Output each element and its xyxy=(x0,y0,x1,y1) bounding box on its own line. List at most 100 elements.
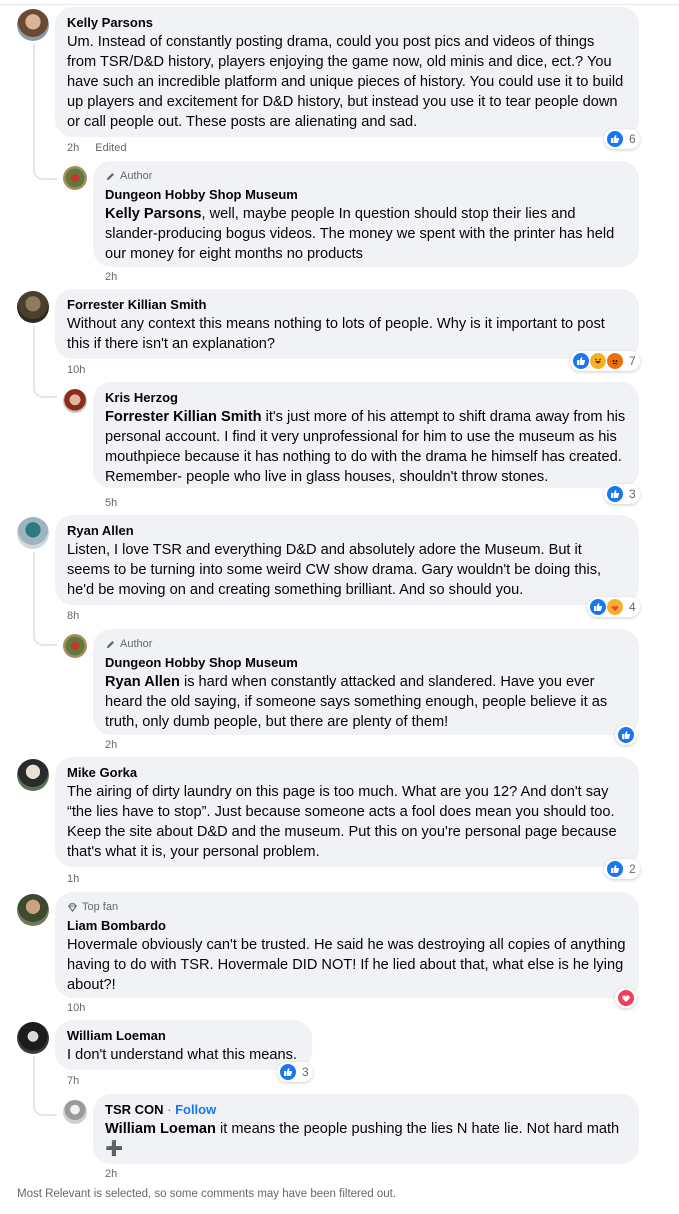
comment-bubble: Author Dungeon Hobby Shop Museum Kelly P… xyxy=(93,161,639,267)
author-badge: Author xyxy=(105,169,627,183)
comment-meta: 8h xyxy=(67,610,79,622)
comment-author[interactable]: Dungeon Hobby Shop Museum xyxy=(105,655,627,671)
comment-author-row: TSR CON · Follow xyxy=(105,1102,627,1118)
comment-bubble: Mike Gorka The airing of dirty laundry o… xyxy=(55,757,639,867)
comment-time[interactable]: 10h xyxy=(67,364,85,376)
reaction-summary[interactable]: 6 xyxy=(604,129,640,149)
comment-bubble: Forrester Killian Smith Without any cont… xyxy=(55,289,639,359)
comment-time[interactable]: 10h xyxy=(67,1002,85,1014)
comment-meta: 2h xyxy=(105,1168,117,1180)
avatar[interactable] xyxy=(63,389,87,413)
comment-author[interactable]: Mike Gorka xyxy=(67,765,627,781)
comment-meta: 2h xyxy=(105,739,117,751)
like-icon xyxy=(606,130,624,148)
comment-meta: 2h Edited xyxy=(67,142,126,154)
reaction-count: 2 xyxy=(629,862,636,876)
reaction-summary[interactable]: 4 xyxy=(587,597,640,617)
reaction-count: 3 xyxy=(629,487,636,501)
like-icon xyxy=(572,352,590,370)
comment-meta: 10h xyxy=(67,364,85,376)
comment-text: Forrester Killian Smith it's just more o… xyxy=(105,409,626,485)
pencil-icon xyxy=(106,640,114,648)
like-icon xyxy=(589,598,607,616)
like-icon xyxy=(617,726,635,744)
comment-bubble: Kris Herzog Forrester Killian Smith it's… xyxy=(93,382,639,488)
reaction-count: 3 xyxy=(302,1065,309,1079)
comment-text: Hovermale obviously can't be trusted. He… xyxy=(67,937,626,993)
love-icon xyxy=(617,989,635,1007)
avatar[interactable] xyxy=(63,1100,87,1124)
comment-text: William Loeman it means the people pushi… xyxy=(105,1121,620,1157)
comment-time[interactable]: 2h xyxy=(105,1168,117,1180)
comment-text: The airing of dirty laundry on this page… xyxy=(67,784,617,860)
comment-time[interactable]: 7h xyxy=(67,1075,79,1087)
comment-text: Without any context this means nothing t… xyxy=(67,316,605,352)
comment-text: Kelly Parsons, well, maybe people In que… xyxy=(105,206,615,262)
avatar[interactable] xyxy=(17,1022,49,1054)
comment-text: Listen, I love TSR and everything D&D an… xyxy=(67,542,602,598)
comment-author[interactable]: William Loeman xyxy=(67,1028,300,1044)
comment-time[interactable]: 8h xyxy=(67,610,79,622)
thread-line xyxy=(33,552,35,630)
comment-bubble: Ryan Allen Listen, I love TSR and everyt… xyxy=(55,515,639,605)
reaction-summary[interactable]: 3 xyxy=(604,484,640,504)
comment-meta: 10h xyxy=(67,1002,85,1014)
top-fan-badge: Top fan xyxy=(67,900,627,914)
comment-author[interactable]: Dungeon Hobby Shop Museum xyxy=(105,187,627,203)
haha-icon xyxy=(589,352,607,370)
comment-time[interactable]: 2h xyxy=(105,271,117,283)
comment-meta: 2h xyxy=(105,271,117,283)
avatar[interactable] xyxy=(17,759,49,791)
like-icon xyxy=(606,860,624,878)
comment-bubble: Author Dungeon Hobby Shop Museum Ryan Al… xyxy=(93,629,639,735)
reaction-summary[interactable]: 2 xyxy=(604,859,640,879)
reaction-count: 7 xyxy=(629,354,636,368)
comment-author[interactable]: Kelly Parsons xyxy=(67,15,627,31)
thread-line xyxy=(33,1056,35,1100)
comment-bubble: TSR CON · Follow William Loeman it means… xyxy=(93,1094,639,1164)
mention-link[interactable]: Kelly Parsons xyxy=(105,206,202,222)
comment-time[interactable]: 1h xyxy=(67,873,79,885)
like-icon xyxy=(606,485,624,503)
comment-meta: 1h xyxy=(67,873,79,885)
angry-icon xyxy=(606,352,624,370)
avatar[interactable] xyxy=(63,166,87,190)
mention-link[interactable]: Ryan Allen xyxy=(105,674,180,690)
reaction-summary[interactable]: 7 xyxy=(570,351,640,371)
comment-author[interactable]: Forrester Killian Smith xyxy=(67,297,627,313)
edited-label: Edited xyxy=(95,142,127,154)
reaction-summary[interactable] xyxy=(615,725,637,745)
avatar[interactable] xyxy=(63,634,87,658)
comment-meta: 7h xyxy=(67,1075,79,1087)
comment-time[interactable]: 2h xyxy=(105,739,117,751)
author-badge: Author xyxy=(105,637,627,651)
avatar[interactable] xyxy=(17,894,49,926)
reaction-count: 6 xyxy=(629,132,636,146)
care-icon xyxy=(606,598,624,616)
comment-time[interactable]: 2h xyxy=(67,142,79,154)
avatar[interactable] xyxy=(17,517,49,549)
thread-line xyxy=(33,326,35,382)
comment-bubble: Top fan Liam Bombardo Hovermale obviousl… xyxy=(55,892,639,998)
comment-author[interactable]: Kris Herzog xyxy=(105,390,627,406)
comment-bubble: William Loeman I don't understand what t… xyxy=(55,1020,312,1070)
mention-link[interactable]: William Loeman xyxy=(105,1121,216,1137)
thread-line xyxy=(33,44,35,164)
reaction-count: 4 xyxy=(629,600,636,614)
thread-connector xyxy=(33,1100,57,1116)
comment-author[interactable]: TSR CON xyxy=(105,1102,164,1117)
reaction-summary[interactable]: 3 xyxy=(277,1062,313,1082)
comment-text: Um. Instead of constantly posting drama,… xyxy=(67,34,624,130)
top-divider xyxy=(0,4,679,5)
comment-time[interactable]: 5h xyxy=(105,497,117,509)
thread-connector xyxy=(33,382,57,398)
comment-text: Ryan Allen is hard when constantly attac… xyxy=(105,674,608,730)
avatar[interactable] xyxy=(17,9,49,41)
comment-author[interactable]: Liam Bombardo xyxy=(67,918,627,934)
reaction-summary[interactable] xyxy=(615,988,637,1008)
mention-link[interactable]: Forrester Killian Smith xyxy=(105,409,262,425)
follow-button[interactable]: Follow xyxy=(175,1102,216,1117)
comment-author[interactable]: Ryan Allen xyxy=(67,523,627,539)
thread-connector xyxy=(33,630,57,646)
avatar[interactable] xyxy=(17,291,49,323)
